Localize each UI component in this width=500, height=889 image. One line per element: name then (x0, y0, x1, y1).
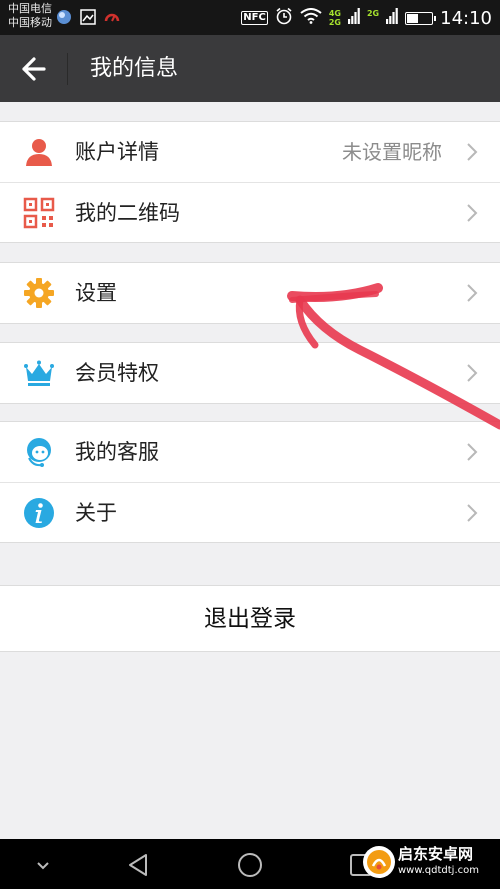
title-bar: 我的信息 (0, 35, 500, 102)
battery-fill (407, 13, 419, 23)
nickname-value: 未设置昵称 (342, 140, 442, 164)
crown-icon (23, 357, 55, 389)
network-type-2: 2G (367, 9, 379, 27)
back-button[interactable] (16, 53, 50, 85)
app-notification-icon (56, 9, 72, 25)
menu-group-support: 我的客服 关于 (0, 421, 500, 543)
menu-label-service: 我的客服 (75, 440, 159, 464)
person-icon (23, 136, 55, 168)
nav-back-button[interactable] (126, 852, 152, 878)
notification-icons (56, 9, 120, 25)
hide-nav-button[interactable] (30, 852, 56, 878)
watermark-logo-icon (363, 846, 395, 878)
nfc-icon: NFC (241, 11, 268, 25)
info-icon (23, 497, 55, 529)
carrier-1: 中国电信 (8, 2, 52, 15)
menu-item-qrcode[interactable]: 我的二维码 (0, 182, 500, 242)
page-title: 我的信息 (90, 56, 179, 81)
watermark: 启东安卓网 www.qdtdtj.com (362, 841, 496, 885)
net-2g-label-b: 2G (366, 9, 380, 18)
back-arrow-icon (22, 57, 46, 81)
image-notification-icon (80, 9, 96, 25)
chevron-right-icon (466, 142, 478, 162)
circle-home-icon (238, 853, 262, 877)
menu-label-qrcode: 我的二维码 (75, 201, 180, 225)
menu-item-vip[interactable]: 会员特权 (0, 343, 500, 403)
gear-icon (23, 277, 55, 309)
signal-icon-2 (386, 8, 398, 28)
carrier-2: 中国移动 (8, 16, 52, 29)
signal-icon-1 (347, 8, 360, 28)
menu-group-vip: 会员特权 (0, 342, 500, 404)
menu-item-account[interactable]: 账户详情 未设置昵称 (0, 122, 500, 182)
title-separator (67, 53, 68, 85)
menu-label-vip: 会员特权 (75, 361, 159, 385)
navigation-bar: 启东安卓网 www.qdtdtj.com (0, 839, 500, 889)
menu-label-about: 关于 (75, 501, 117, 525)
watermark-url: www.qdtdtj.com (398, 865, 479, 876)
menu-item-about[interactable]: 关于 (0, 482, 500, 542)
customer-service-icon (23, 436, 55, 468)
menu-item-service[interactable]: 我的客服 (0, 422, 500, 482)
menu-item-settings[interactable]: 设置 (0, 263, 500, 323)
triangle-back-icon (129, 854, 147, 876)
net-2g-label-a: 2G (328, 18, 341, 27)
net-4g-label: 4G (328, 9, 341, 18)
chevron-right-icon (466, 503, 478, 523)
chevron-right-icon (466, 283, 478, 303)
carrier-info: 中国电信 中国移动 (8, 2, 52, 30)
menu-group-settings: 设置 (0, 262, 500, 324)
status-bar: 中国电信 中国移动 NFC 4G 2G 2G 14:10 (0, 0, 500, 35)
menu-label-settings: 设置 (75, 281, 117, 305)
network-type-1: 4G 2G (329, 9, 341, 27)
chevron-down-icon (37, 862, 49, 870)
menu-label-account: 账户详情 (75, 140, 159, 164)
watermark-name: 启东安卓网 (398, 845, 474, 863)
wifi-icon (300, 8, 322, 28)
chevron-right-icon (466, 203, 478, 223)
status-icons: NFC 4G 2G 2G 14:10 (241, 7, 492, 29)
logout-button[interactable]: 退出登录 (0, 585, 500, 652)
alarm-icon (275, 7, 293, 29)
battery-icon (405, 11, 437, 25)
speed-notification-icon (104, 9, 120, 25)
nav-home-button[interactable] (237, 852, 263, 878)
chevron-right-icon (466, 442, 478, 462)
menu-group-account: 账户详情 未设置昵称 我的二维码 (0, 121, 500, 243)
clock: 14:10 (440, 7, 492, 29)
chevron-right-icon (466, 363, 478, 383)
qrcode-icon (23, 197, 55, 229)
